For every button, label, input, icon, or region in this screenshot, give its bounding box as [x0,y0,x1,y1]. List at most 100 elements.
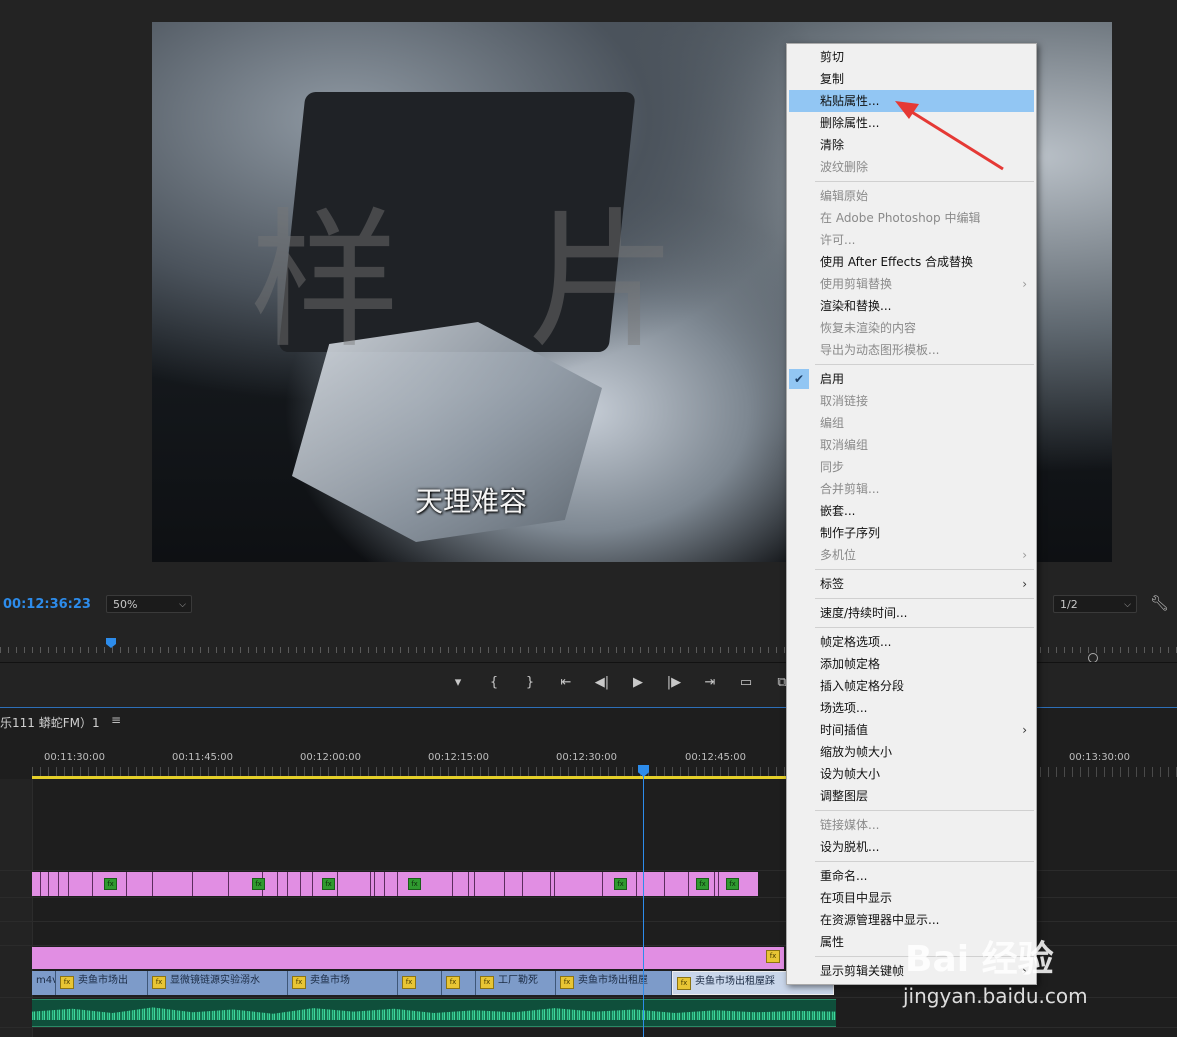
menu-item-cut[interactable]: 剪切 [787,46,1036,68]
clip-name: 显微镜链源实验溺水 [170,975,260,986]
video-subtitle: 天理难容 [415,485,528,518]
safe-margins-icon[interactable]: ▭ [728,673,764,693]
menu-item-reveal-in-project[interactable]: 在项目中显示 [787,887,1036,909]
menu-item-set-to-frame[interactable]: 设为帧大小 [787,763,1036,785]
submenu-arrow-icon: › [1022,723,1027,737]
menu-item-label: 显示剪辑关键帧 [820,964,905,978]
menu-item-adjustment-layer[interactable]: 调整图层 [787,785,1036,807]
clip-name: 卖鱼市场出租屋 [578,975,648,986]
fx-badge-icon: fx [252,878,265,890]
adjustment-clip[interactable]: fx [32,947,784,969]
clip-edge [602,872,603,896]
menu-item-scale-to-frame[interactable]: 缩放为帧大小 [787,741,1036,763]
clip-edge [468,872,469,896]
video-track-clips[interactable]: fx fx fx fx fx fx fx [32,872,758,896]
ruler-label: 00:12:15:00 [428,752,490,763]
menu-item-label: 多机位 [820,548,857,562]
mark-out-icon[interactable]: } [512,673,548,693]
menu-item-edit-original: 编辑原始 [787,185,1036,207]
fx-badge-icon: fx [152,976,166,989]
step-forward-icon[interactable]: |▶ [656,673,692,693]
timeline-clip[interactable]: fx [442,971,476,995]
mark-in-icon[interactable]: { [476,673,512,693]
menu-item-merge-clips: 合并剪辑... [787,478,1036,500]
menu-item-label: 制作子序列 [820,526,881,540]
fx-badge-icon: fx [402,976,416,989]
fx-badge-icon: fx [726,878,739,890]
fx-badge-icon: fx [408,878,421,890]
clip-edge [287,872,288,896]
menu-item-license: 许可... [787,229,1036,251]
hamburger-menu-icon[interactable]: ≡ [111,713,121,727]
menu-item-time-interpolation[interactable]: 时间插值 › [787,719,1036,741]
menu-item-label: 标签 [820,577,845,591]
clip-edge [504,872,505,896]
menu-item-speed-duration[interactable]: 速度/持续时间... [787,602,1036,624]
zoom-level-select[interactable]: 50% ⌵ [106,595,192,613]
submenu-arrow-icon: › [1022,577,1027,591]
menu-item-label: 在资源管理器中显示... [820,913,940,927]
menu-item-replace-with-ae[interactable]: 使用 After Effects 合成替换 [787,251,1036,273]
fx-badge-icon: fx [696,878,709,890]
playhead-timecode[interactable]: 00:12:36:23 [3,597,91,612]
menu-item-replace-with-clip: 使用剪辑替换 › [787,273,1036,295]
menu-item-frame-hold-options[interactable]: 帧定格选项... [787,631,1036,653]
menu-item-nest[interactable]: 嵌套... [787,500,1036,522]
fx-badge-icon: fx [766,950,780,963]
menu-item-rename[interactable]: 重命名... [787,865,1036,887]
playback-resolution-select[interactable]: 1/2 ⌵ [1053,595,1137,613]
menu-item-label: 链接媒体... [820,818,880,832]
play-icon[interactable]: ▶ [620,673,656,693]
menu-item-render-and-replace[interactable]: 渲染和替换... [787,295,1036,317]
menu-item-label: 嵌套... [820,504,856,518]
clip-edge [550,872,551,896]
fx-badge-icon: fx [480,976,494,989]
menu-item-field-options[interactable]: 场选项... [787,697,1036,719]
menu-item-label: 取消编组 [820,438,869,452]
menu-item-enable[interactable]: 启用 [787,368,1036,390]
menu-item-label: 使用剪辑替换 [820,277,893,291]
menu-item-insert-frame-hold[interactable]: 插入帧定格分段 [787,675,1036,697]
audio-clip[interactable] [32,999,836,1027]
menu-separator [815,598,1034,599]
submenu-arrow-icon: › [1022,277,1027,291]
clip-edge [374,872,375,896]
clip-edge [40,872,41,896]
menu-item-copy[interactable]: 复制 [787,68,1036,90]
baidu-jingyan-logo: Bai 经验 [905,939,1054,980]
go-to-in-icon[interactable]: ⇤ [548,673,584,693]
go-to-out-icon[interactable]: ⇥ [692,673,728,693]
menu-item-make-subsequence[interactable]: 制作子序列 [787,522,1036,544]
menu-item-label: 在项目中显示 [820,891,893,905]
timeline-clip[interactable]: fx 显微镜链源实验溺水 [148,971,288,995]
timeline-clip[interactable]: fx 卖鱼市场出 [56,971,148,995]
timeline-clip[interactable]: fx 工厂勒死 [476,971,556,995]
timeline-clip[interactable]: fx 卖鱼市场出租屋 [556,971,672,995]
menu-item-label: 速度/持续时间... [820,606,908,620]
marker-icon[interactable]: ▾ [440,673,476,693]
timeline-clip[interactable]: fx [398,971,442,995]
clip-edge [312,872,313,896]
timeline-clip[interactable]: fx 卖鱼市场 [288,971,398,995]
timeline-clip[interactable]: m4v [32,971,56,995]
clip-edge [688,872,689,896]
sequence-tab[interactable]: 乐111 蟒蛇FM）1 [0,714,100,731]
clip-edge [337,872,338,896]
clip-edge [228,872,229,896]
fx-badge-icon: fx [104,878,117,890]
clip-edge [300,872,301,896]
clip-name: 卖鱼市场出租屋踩 [695,976,775,987]
step-back-icon[interactable]: ◀| [584,673,620,693]
wrench-icon[interactable]: 🔧︎ [1150,594,1169,612]
menu-item-label: 删除属性... [820,116,880,130]
fx-badge-icon: fx [560,976,574,989]
work-area-bar[interactable] [32,776,792,779]
ruler-label: 00:11:45:00 [172,752,234,763]
menu-item-label: 剪切 [820,50,845,64]
menu-item-label: 设为帧大小 [820,767,881,781]
menu-item-reveal-in-explorer[interactable]: 在资源管理器中显示... [787,909,1036,931]
clip-edge [370,872,371,896]
menu-item-label-color[interactable]: 标签 › [787,573,1036,595]
menu-item-add-frame-hold[interactable]: 添加帧定格 [787,653,1036,675]
menu-item-make-offline[interactable]: 设为脱机... [787,836,1036,858]
